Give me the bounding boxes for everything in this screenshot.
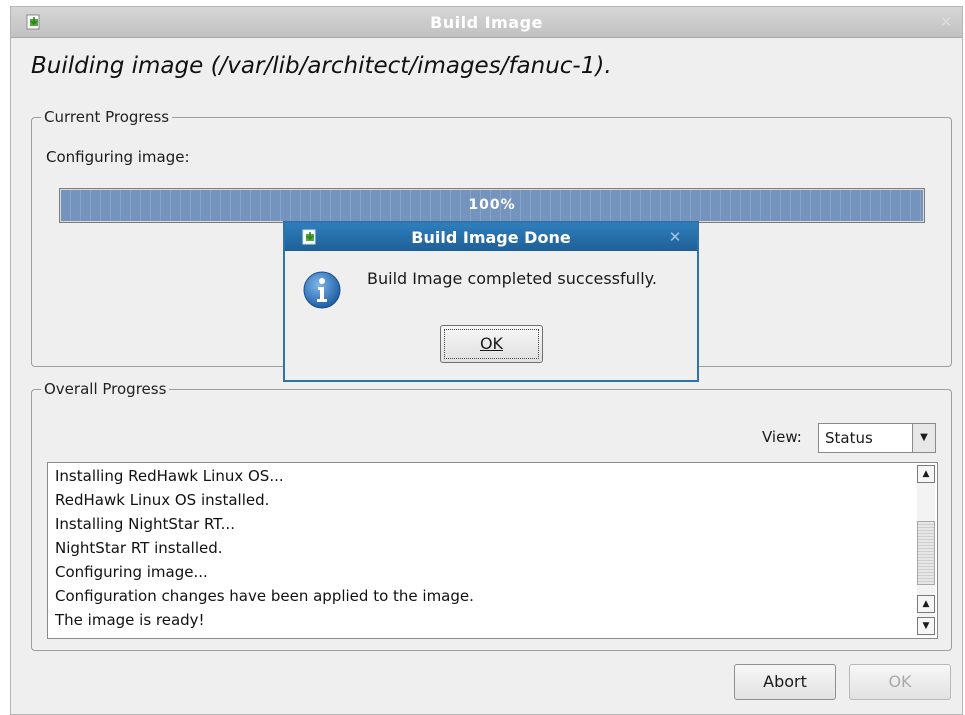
- dialog-ok-label: OK: [444, 329, 539, 359]
- view-label: View:: [762, 428, 802, 446]
- dialog-titlebar[interactable]: Build Image Done ✕: [285, 223, 697, 251]
- overall-progress-frame: Overall Progress View: Status ▼ Installi…: [31, 380, 952, 651]
- progress-label: 100%: [468, 197, 516, 213]
- arrow-up-icon[interactable]: ▲: [917, 595, 935, 613]
- window-title: Build Image: [430, 13, 543, 32]
- ok-button[interactable]: OK: [849, 664, 951, 700]
- log-line: RedHawk Linux OS installed.: [55, 491, 270, 509]
- scrollbar-thumb[interactable]: [917, 521, 935, 585]
- log-line: Installing NightStar RT...: [55, 515, 235, 533]
- log-line: The image is ready!: [55, 611, 205, 629]
- abort-button[interactable]: Abort: [734, 664, 836, 700]
- arrow-down-icon[interactable]: ▼: [917, 617, 935, 635]
- current-status-text: Configuring image:: [46, 148, 190, 166]
- log-scrollbar[interactable]: ▲ ▲ ▼: [917, 465, 935, 636]
- window-titlebar[interactable]: Build Image ✕: [11, 7, 962, 38]
- dialog-title: Build Image Done: [411, 228, 571, 247]
- build-done-dialog: Build Image Done ✕ Build Image completed…: [283, 221, 699, 382]
- dialog-close-icon[interactable]: ✕: [665, 227, 685, 247]
- log-line: Configuration changes have been applied …: [55, 587, 474, 605]
- info-icon: [303, 271, 341, 309]
- chevron-down-icon[interactable]: ▼: [912, 424, 935, 452]
- view-select-value: Status: [825, 429, 873, 447]
- current-progress-legend: Current Progress: [41, 108, 173, 126]
- log-line: NightStar RT installed.: [55, 539, 223, 557]
- dialog-ok-button[interactable]: OK: [440, 325, 543, 363]
- progress-bar: 100%: [59, 188, 925, 223]
- view-select[interactable]: Status ▼: [818, 423, 936, 453]
- log-line: Installing RedHawk Linux OS...: [55, 467, 284, 485]
- overall-progress-legend: Overall Progress: [41, 380, 170, 398]
- arrow-up-icon[interactable]: ▲: [917, 465, 935, 483]
- window-close-icon[interactable]: ✕: [936, 12, 956, 32]
- status-log[interactable]: Installing RedHawk Linux OS... RedHawk L…: [47, 462, 938, 639]
- log-line: Configuring image...: [55, 563, 208, 581]
- page-title: Building image (/var/lib/architect/image…: [31, 53, 612, 79]
- dialog-message: Build Image completed successfully.: [367, 269, 657, 288]
